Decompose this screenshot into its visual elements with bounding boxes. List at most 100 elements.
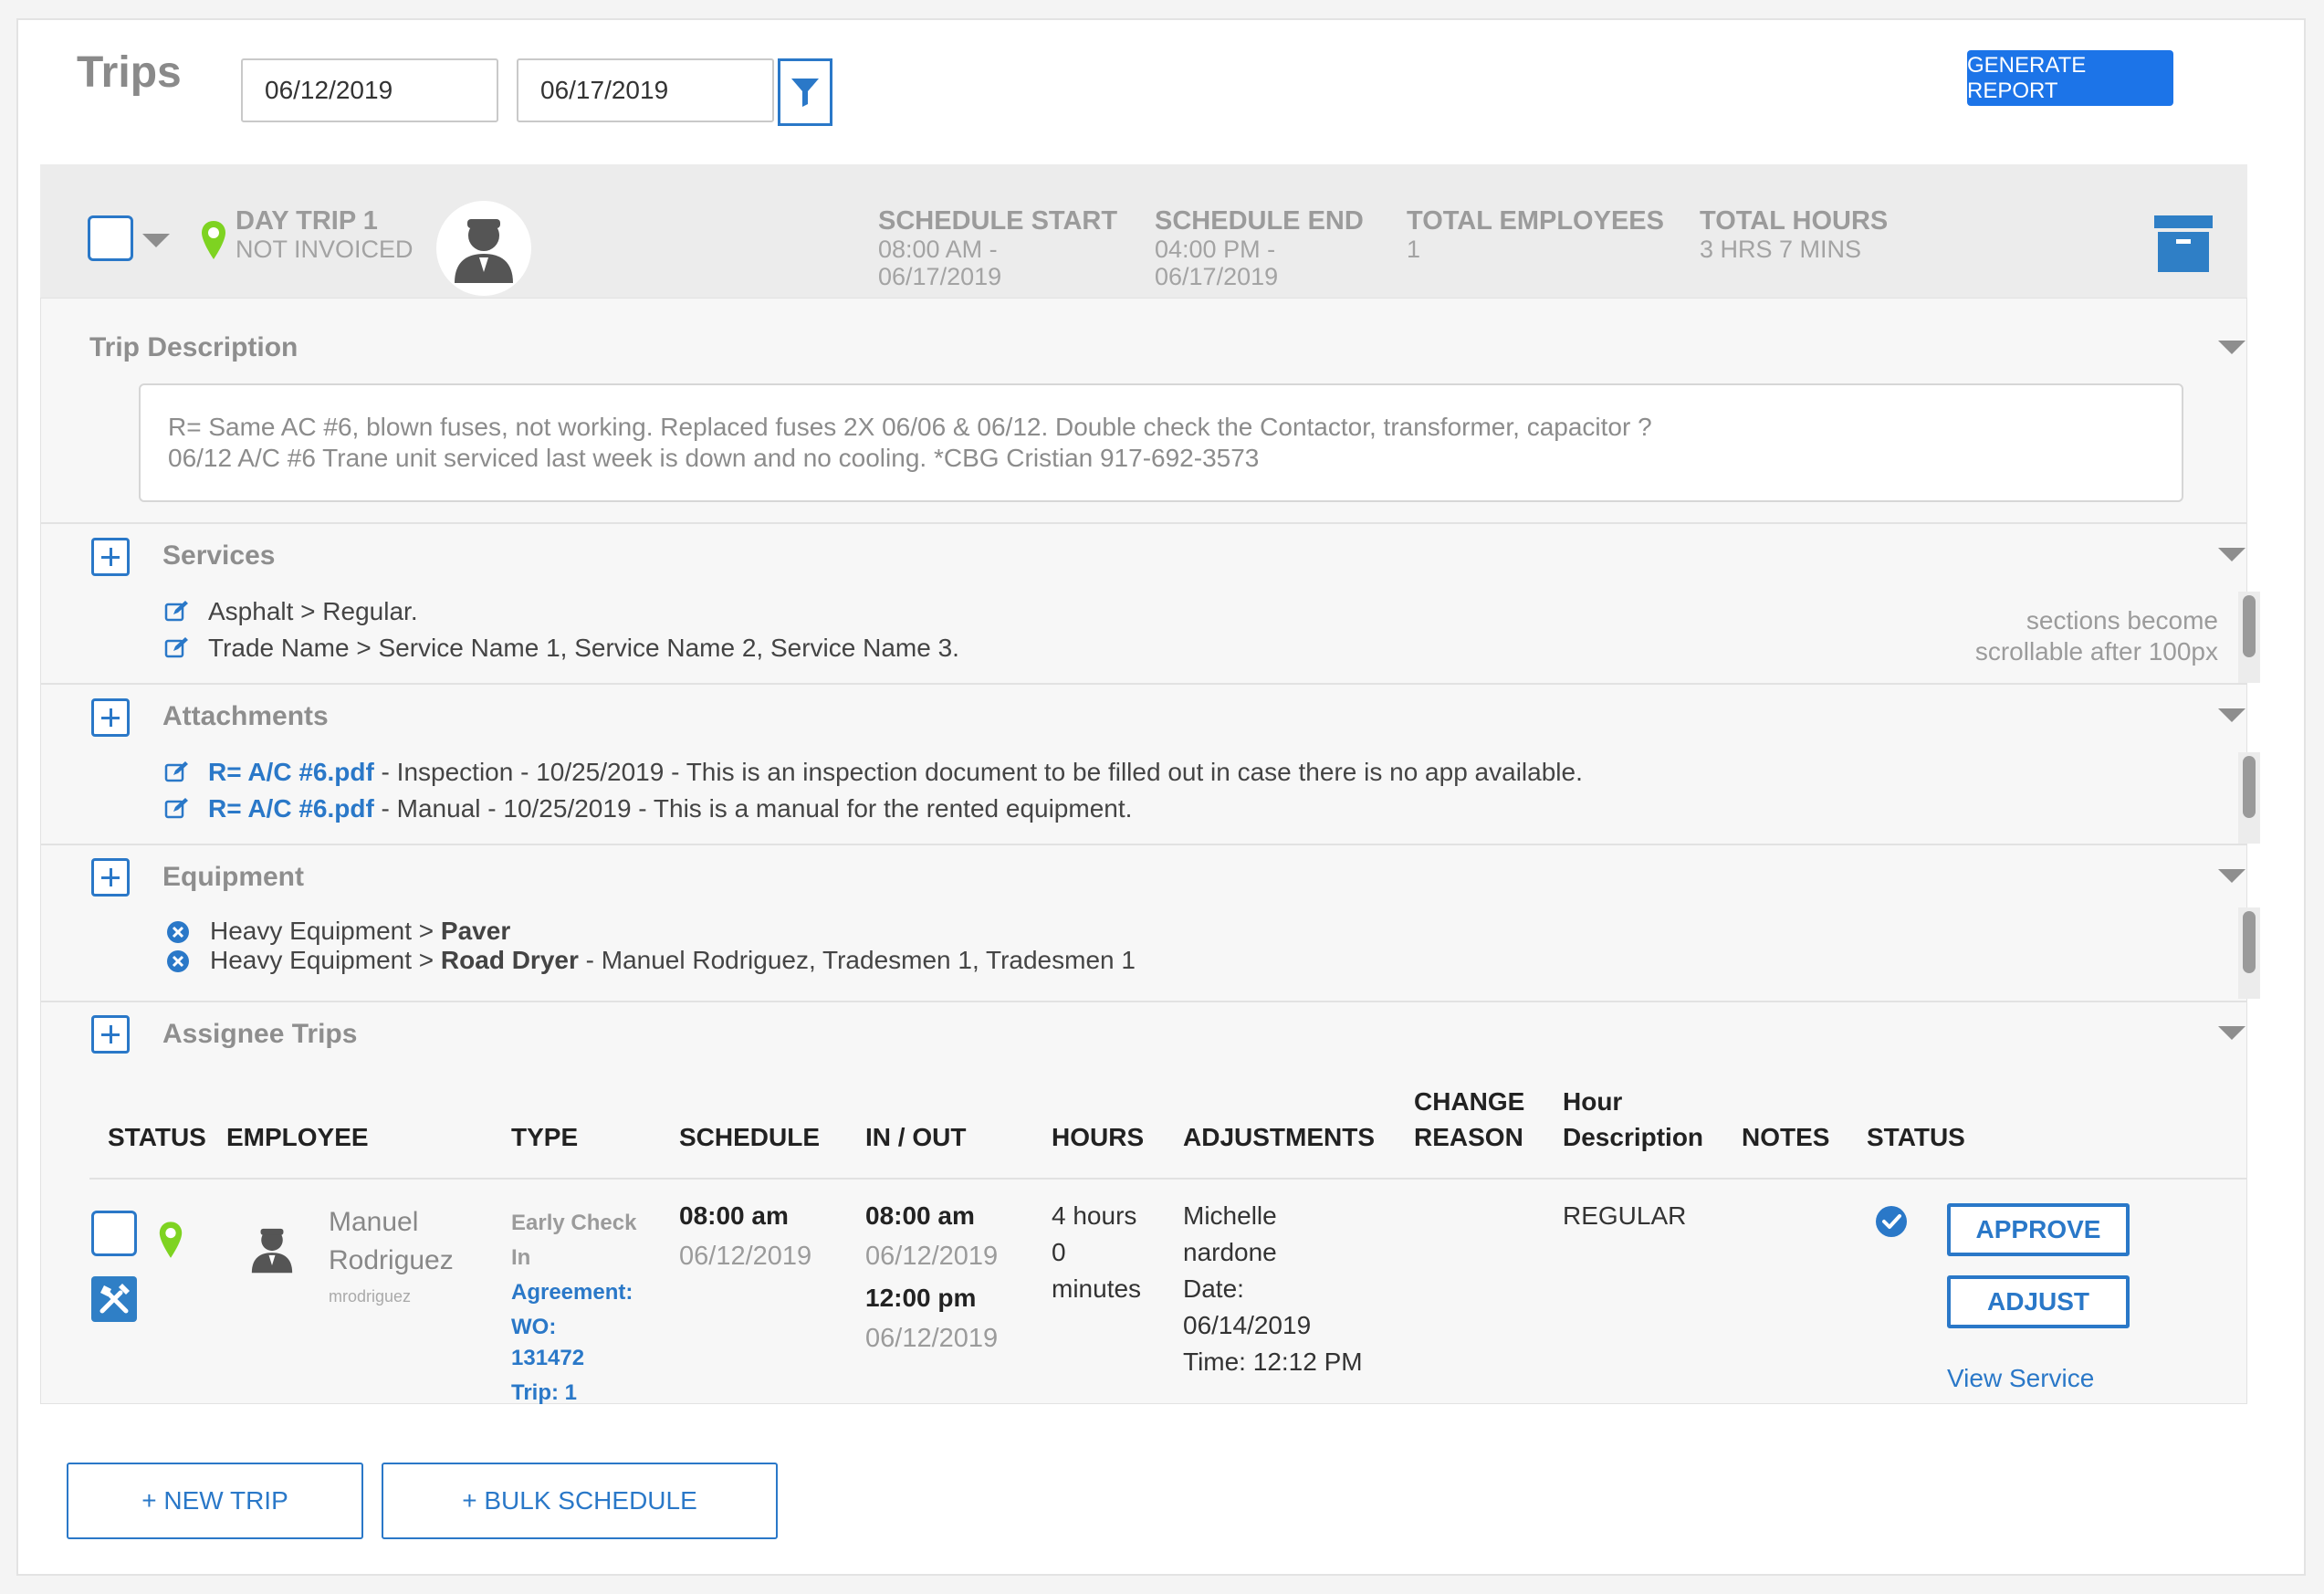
col-in-out: IN / OUT (865, 1123, 967, 1151)
page-title: Trips (77, 48, 182, 97)
out-time: 12:00 pm (865, 1284, 977, 1312)
col-hour-description-line-2: Description (1563, 1123, 1704, 1151)
trip-select-checkbox[interactable] (88, 215, 133, 261)
schedule-end-time: 04:00 PM - (1155, 236, 1276, 263)
employee-username: mrodriguez (329, 1287, 412, 1306)
edit-icon[interactable] (164, 796, 190, 820)
adjustment-line-5: Time: 12:12 PM (1183, 1348, 1363, 1376)
col-adjustments: ADJUSTMENTS (1183, 1123, 1376, 1151)
schedule-start-time: 08:00 AM - (878, 236, 998, 263)
hour-description-value: REGULAR (1563, 1201, 1687, 1230)
schedule-date: 06/12/2019 (679, 1242, 812, 1271)
assignee-select-checkbox[interactable] (91, 1211, 137, 1256)
divider (40, 522, 2247, 524)
trip-number-link[interactable]: Trip: 1 (511, 1375, 577, 1411)
attachments-title: Attachments (162, 701, 329, 731)
trip-avatar (436, 201, 531, 296)
attachments-scrollbar[interactable] (2243, 756, 2256, 818)
add-equipment-icon[interactable] (91, 858, 130, 897)
employee-first-name: Manuel (329, 1207, 419, 1237)
hours-line-3: minutes (1052, 1274, 1142, 1303)
edit-icon[interactable] (164, 760, 190, 783)
type-line-2: In (511, 1245, 531, 1270)
end-date-input[interactable] (517, 58, 774, 122)
tools-icon[interactable] (91, 1276, 137, 1322)
col-hours: HOURS (1052, 1123, 1145, 1151)
generate-report-button[interactable]: GENERATE REPORT (1967, 50, 2173, 106)
col-hour-description-line-1: Hour (1563, 1087, 1623, 1116)
equipment-collapse-icon[interactable] (2218, 869, 2245, 883)
col-status: STATUS (108, 1123, 206, 1151)
total-hours-value: 3 HRS 7 MINS (1700, 236, 1862, 263)
in-time: 08:00 am (865, 1201, 975, 1230)
in-date: 06/12/2019 (865, 1242, 999, 1271)
view-service-link[interactable]: View Service (1947, 1364, 2094, 1393)
approve-button[interactable]: APPROVE (1947, 1203, 2130, 1256)
attachment-item: R= A/C #6.pdf - Inspection - 10/25/2019 … (208, 758, 1583, 787)
col-change-reason-line-2: REASON (1414, 1123, 1523, 1151)
start-date-input[interactable] (241, 58, 498, 122)
worker-avatar-icon (455, 219, 513, 283)
equipment-scrollbar[interactable] (2243, 911, 2256, 973)
col-schedule: SCHEDULE (679, 1123, 821, 1151)
schedule-time: 08:00 am (679, 1201, 789, 1230)
type-line-1: Early Check (511, 1211, 637, 1235)
invoice-status: NOT INVOICED (236, 236, 414, 263)
attachment-details: - Inspection - 10/25/2019 - This is an i… (373, 758, 1583, 786)
table-header-divider (89, 1178, 2247, 1180)
service-item: Asphalt > Regular. (208, 597, 418, 625)
attachments-collapse-icon[interactable] (2218, 708, 2245, 722)
approved-check-icon (1876, 1206, 1907, 1237)
equipment-item: Heavy Equipment > Road Dryer - Manuel Ro… (210, 946, 1136, 975)
filter-icon (791, 79, 819, 107)
agreement-link[interactable]: Agreement: (511, 1274, 633, 1311)
location-pin-icon (202, 221, 225, 259)
trip-description-line-2: 06/12 A/C #6 Trane unit serviced last we… (168, 444, 1260, 472)
assignee-trips-title: Assignee Trips (162, 1019, 358, 1049)
attachment-file-link[interactable]: R= A/C #6.pdf (208, 794, 374, 823)
filter-button[interactable] (778, 58, 832, 126)
adjustment-line-1: Michelle (1183, 1201, 1277, 1230)
col-type: TYPE (511, 1123, 579, 1151)
edit-icon[interactable] (164, 599, 190, 623)
bulk-schedule-button[interactable]: + BULK SCHEDULE (382, 1463, 778, 1539)
add-attachment-icon[interactable] (91, 698, 130, 737)
total-employees-value: 1 (1407, 236, 1421, 263)
scroll-note-line-1: sections become (2026, 606, 2218, 634)
col-employee: EMPLOYEE (226, 1123, 369, 1151)
add-service-icon[interactable] (91, 538, 130, 576)
equipment-category: Heavy Equipment > (210, 946, 441, 974)
attachment-file-link[interactable]: R= A/C #6.pdf (208, 758, 374, 786)
divider (40, 1001, 2247, 1002)
out-date: 06/12/2019 (865, 1324, 999, 1353)
equipment-item: Heavy Equipment > Paver (210, 917, 510, 946)
adjust-button[interactable]: ADJUST (1947, 1275, 2130, 1328)
wo-number-link[interactable]: 131472 (511, 1340, 584, 1377)
add-assignee-icon[interactable] (91, 1015, 130, 1054)
services-collapse-icon[interactable] (2218, 548, 2245, 561)
trip-expand-caret-icon[interactable] (142, 234, 170, 247)
hours-line-2: 0 (1052, 1238, 1066, 1266)
remove-icon[interactable] (166, 949, 190, 973)
col-notes: NOTES (1742, 1123, 1830, 1151)
adjustment-line-2: nardone (1183, 1238, 1277, 1266)
col-change-reason-line-1: CHANGE (1414, 1087, 1525, 1116)
remove-icon[interactable] (166, 920, 190, 944)
trip-description-collapse-icon[interactable] (2218, 341, 2245, 354)
adjustment-line-4: 06/14/2019 (1183, 1311, 1312, 1339)
new-trip-button[interactable]: + NEW TRIP (67, 1463, 363, 1539)
schedule-start-label: SCHEDULE START (878, 206, 1118, 236)
adjustment-line-3: Date: (1183, 1274, 1244, 1303)
location-pin-icon (159, 1222, 183, 1258)
trip-description-box[interactable]: R= Same AC #6, blown fuses, not working.… (139, 383, 2183, 502)
services-scrollbar[interactable] (2243, 595, 2256, 657)
attachment-item: R= A/C #6.pdf - Manual - 10/25/2019 - Th… (208, 794, 1132, 823)
edit-icon[interactable] (164, 635, 190, 659)
trip-description-title: Trip Description (89, 332, 298, 362)
schedule-end-label: SCHEDULE END (1155, 206, 1364, 236)
trip-name: DAY TRIP 1 (236, 206, 378, 236)
equipment-category: Heavy Equipment > (210, 917, 441, 945)
archive-icon[interactable] (2152, 214, 2214, 274)
equipment-title: Equipment (162, 862, 304, 892)
assignee-trips-collapse-icon[interactable] (2218, 1026, 2245, 1040)
